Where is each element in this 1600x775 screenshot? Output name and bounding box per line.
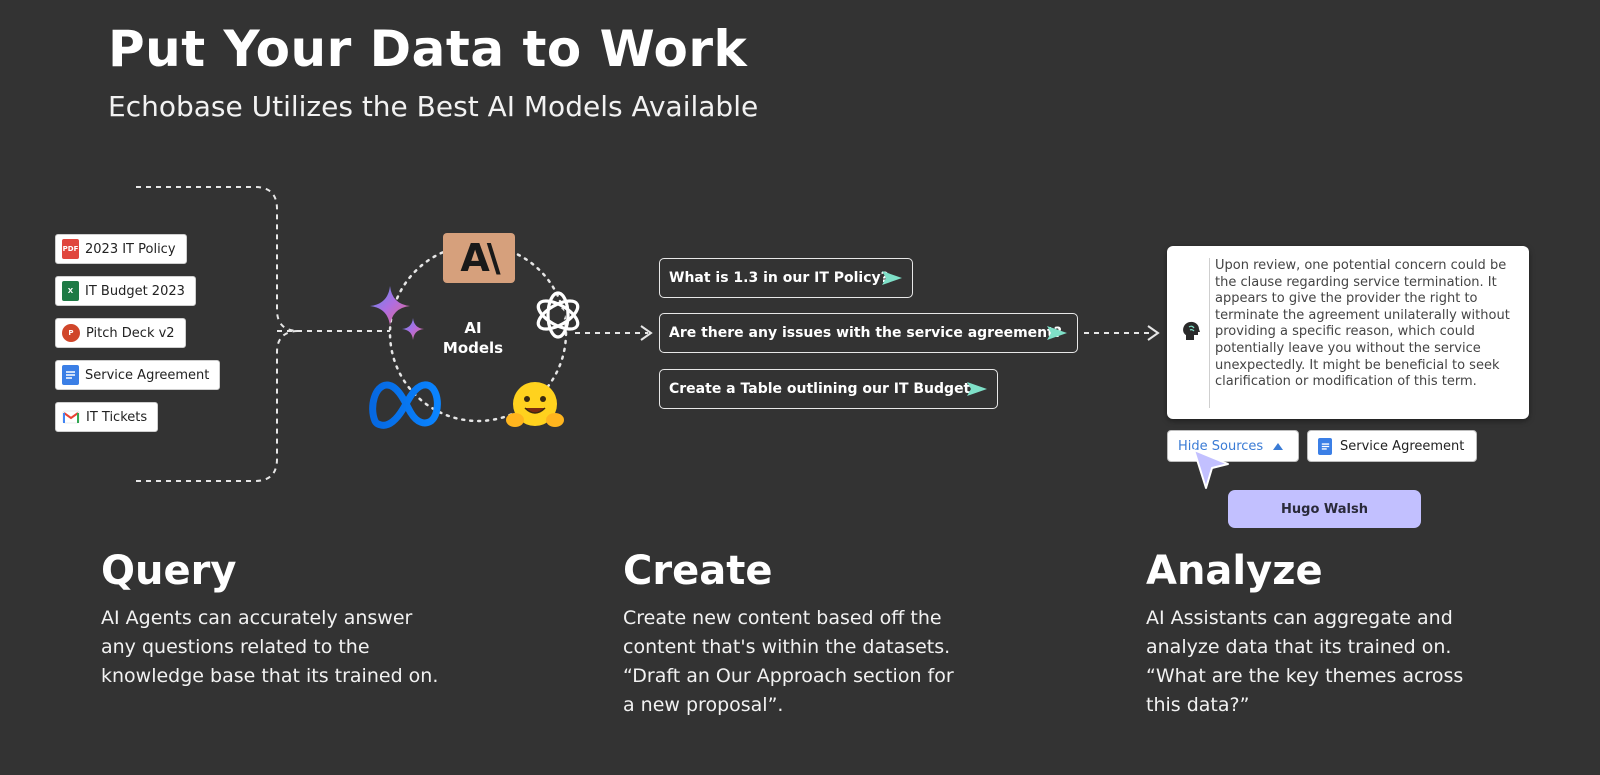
answer-text: Upon review, one potential concern could…: [1215, 258, 1510, 390]
ai-models-label: AI Models: [440, 318, 506, 358]
feature-heading-analyze: Analyze: [1146, 548, 1323, 594]
answer-card: Upon review, one potential concern could…: [1167, 246, 1529, 419]
query-text: Create a Table outlining our IT Budget: [669, 381, 971, 397]
answer-divider: [1209, 258, 1210, 408]
gemini-icon: [370, 286, 424, 340]
meta-icon: [369, 381, 441, 429]
feature-heading-create: Create: [623, 548, 773, 594]
ai-models-label-line2: Models: [442, 339, 504, 357]
send-icon[interactable]: [880, 269, 904, 287]
file-label: 2023 IT Policy: [85, 241, 176, 257]
file-item-2023-it-policy[interactable]: PDF 2023 IT Policy: [55, 234, 187, 264]
source-document-chip[interactable]: Service Agreement: [1307, 430, 1477, 462]
feature-heading-query: Query: [101, 548, 237, 594]
anthropic-icon: A\: [443, 233, 515, 283]
file-item-it-tickets[interactable]: IT Tickets: [55, 402, 159, 432]
query-text: Are there any issues with the service ag…: [669, 325, 1062, 341]
feature-body-create: Create new content based off the content…: [623, 607, 954, 716]
excel-icon: X: [62, 281, 79, 301]
file-label: IT Budget 2023: [85, 283, 185, 299]
hide-sources-button[interactable]: Hide Sources: [1167, 430, 1299, 462]
file-label: Pitch Deck v2: [86, 325, 175, 341]
huggingface-icon: [506, 382, 564, 427]
query-it-budget-table[interactable]: Create a Table outlining our IT Budget: [659, 369, 998, 409]
query-service-agreement[interactable]: Are there any issues with the service ag…: [659, 313, 1078, 353]
file-item-service-agreement[interactable]: Service Agreement: [55, 360, 221, 390]
source-document-label: Service Agreement: [1340, 438, 1465, 454]
openai-icon: [536, 291, 580, 339]
file-label: Service Agreement: [85, 367, 210, 383]
file-item-pitch-deck-v2[interactable]: P Pitch Deck v2: [55, 318, 186, 348]
pdf-icon: PDF: [62, 239, 79, 259]
query-text: What is 1.3 in our IT Policy?: [669, 270, 889, 286]
feature-body-analyze: AI Assistants can aggregate and analyze …: [1146, 607, 1464, 716]
ai-head-icon: [1183, 321, 1200, 340]
send-icon[interactable]: [1045, 324, 1069, 342]
cursor-user-tag: Hugo Walsh: [1228, 490, 1421, 528]
query-it-policy[interactable]: What is 1.3 in our IT Policy?: [659, 258, 913, 298]
page-subtitle: Echobase Utilizes the Best AI Models Ava…: [108, 90, 759, 123]
gmail-icon: [62, 407, 80, 427]
file-item-it-budget-2023[interactable]: X IT Budget 2023: [55, 276, 196, 306]
file-label: IT Tickets: [86, 409, 148, 425]
docs-icon: [62, 365, 79, 385]
docs-icon: [1318, 437, 1332, 455]
powerpoint-icon: P: [62, 324, 80, 342]
page-title: Put Your Data to Work: [108, 20, 748, 78]
cursor-pointer-icon: [1193, 449, 1229, 489]
feature-body-query: AI Agents can accurately answer any ques…: [101, 607, 439, 687]
send-icon[interactable]: [965, 380, 989, 398]
ai-models-label-line1: AI: [464, 319, 482, 337]
caret-up-icon: [1273, 442, 1284, 450]
